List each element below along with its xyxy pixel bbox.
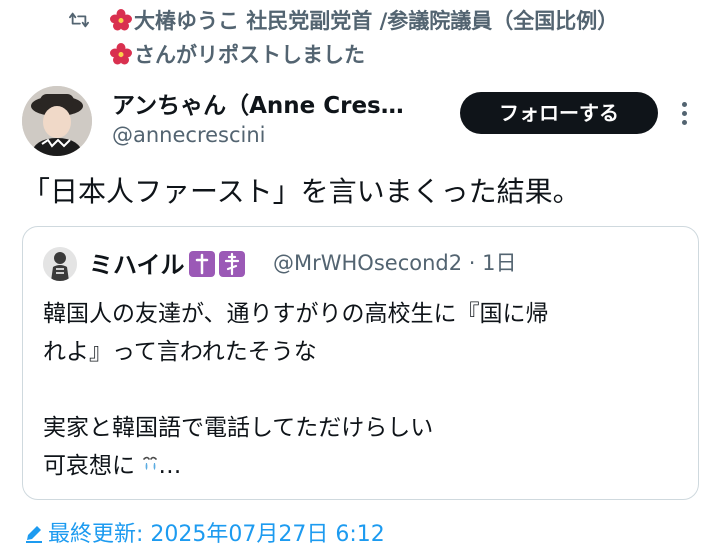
quote-author-avatar[interactable] (43, 247, 77, 281)
crying-face-icon (143, 456, 158, 470)
repost-line2: さんがリポストしました (134, 43, 365, 67)
avatar-photo (22, 86, 92, 156)
orthodox-cross-icon (218, 251, 245, 277)
repost-text[interactable]: 大椿ゆうこ 社民党副党首 /参議院議員（全国比例） さんがリポストしました (110, 4, 704, 72)
quote-avatar-image (43, 247, 77, 281)
quote-line: れよ』って言われたそうな (43, 339, 317, 365)
quote-body: 韓国人の友達が、通りすがりの高校生に『国に帰 れよ』って言われたそうな 実家と韓… (43, 295, 683, 485)
quoted-tweet-card[interactable]: ミハイル @MrWHOsecond2 · 1日 韓国人の友達が、通りすがりの高校… (22, 226, 699, 500)
author-avatar[interactable] (22, 86, 92, 156)
quote-author-handle-time[interactable]: @MrWHOsecond2 · 1日 (273, 247, 516, 277)
more-options-icon[interactable] (676, 98, 694, 128)
quote-line: 韓国人の友達が、通りすがりの高校生に『国に帰 (43, 301, 549, 327)
last-updated: 最終更新: 2025年07月27日 6:12 (24, 516, 385, 548)
quote-ellipsis: … (158, 453, 182, 479)
tweet-text: 「日本人ファースト」を言いまくった結果。 (22, 175, 581, 208)
hibiscus-icon (110, 43, 132, 65)
cross-icon (188, 251, 215, 277)
quote-line: 実家と韓国語で電話してただけらしい (43, 415, 434, 441)
follow-button[interactable]: フォローする (460, 92, 658, 134)
author-display-name[interactable]: アンちゃん（Anne Cres… (112, 86, 404, 120)
quote-author-name-text: ミハイル (89, 251, 185, 279)
pencil-icon (26, 526, 42, 543)
repost-icon (69, 12, 89, 28)
quote-author-name[interactable]: ミハイル (89, 245, 245, 280)
last-updated-text: 最終更新: 2025年07月27日 6:12 (48, 522, 385, 547)
author-handle[interactable]: @annecrescini (112, 123, 266, 147)
quote-line-last: 可哀想に … (43, 447, 683, 485)
repost-line1: 大椿ゆうこ 社民党副党首 /参議院議員（全国比例） (134, 9, 619, 33)
hibiscus-icon (110, 9, 132, 31)
quote-line: 可哀想に (43, 453, 135, 479)
